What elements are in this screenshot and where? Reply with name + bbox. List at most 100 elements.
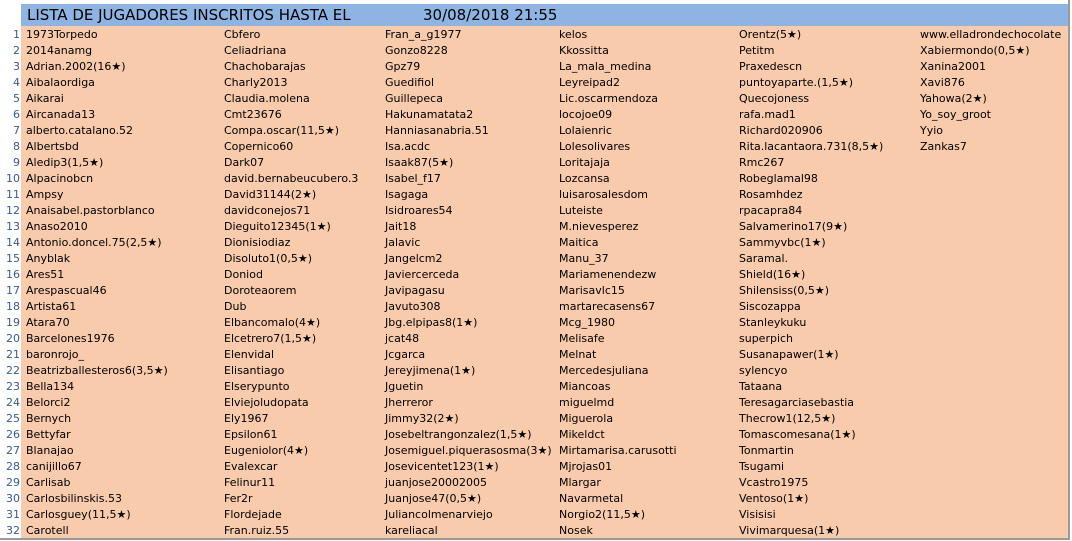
- player-cell[interactable]: La_mala_medina: [559, 59, 651, 75]
- player-cell[interactable]: Nosek: [559, 523, 593, 538]
- row-number[interactable]: 24: [0, 395, 20, 411]
- player-cell[interactable]: Jbg.elpipas8(1★): [385, 315, 477, 331]
- player-cell[interactable]: Fran.ruiz.55: [224, 523, 289, 538]
- player-cell[interactable]: canijillo67: [26, 459, 82, 475]
- player-cell[interactable]: Mjrojas01: [559, 459, 612, 475]
- player-cell[interactable]: locojoe09: [559, 107, 612, 123]
- player-cell[interactable]: Yo_soy_groot: [920, 107, 991, 123]
- player-cell[interactable]: miguelmd: [559, 395, 614, 411]
- player-cell[interactable]: Xabiermondo(0,5★): [920, 43, 1029, 59]
- row-number[interactable]: 30: [0, 491, 20, 507]
- player-cell[interactable]: Anaisabel.pastorblanco: [26, 203, 155, 219]
- player-cell[interactable]: Vivimarquesa(1★): [739, 523, 839, 538]
- player-cell[interactable]: Zankas7: [920, 139, 967, 155]
- player-cell[interactable]: 2014anamg: [26, 43, 92, 59]
- player-cell[interactable]: Adrian.2002(16★): [26, 59, 126, 75]
- player-cell[interactable]: superpich: [739, 331, 793, 347]
- player-cell[interactable]: Mcg_1980: [559, 315, 615, 331]
- player-cell[interactable]: Ampsy: [26, 187, 63, 203]
- player-cell[interactable]: Jait18: [385, 219, 416, 235]
- player-cell[interactable]: Yyio: [920, 123, 943, 139]
- player-cell[interactable]: Lic.oscarmendoza: [559, 91, 658, 107]
- player-cell[interactable]: Dionisiodiaz: [224, 235, 290, 251]
- player-cell[interactable]: Isidroares54: [385, 203, 453, 219]
- player-cell[interactable]: Antonio.doncel.75(2,5★): [26, 235, 162, 251]
- row-number[interactable]: 21: [0, 347, 20, 363]
- player-cell[interactable]: Thecrow1(12,5★): [739, 411, 835, 427]
- player-cell[interactable]: Cmt23676: [224, 107, 282, 123]
- player-cell[interactable]: Sammyvbc(1★): [739, 235, 826, 251]
- player-cell[interactable]: Anaso2010: [26, 219, 88, 235]
- player-cell[interactable]: Doroteaorem: [224, 283, 297, 299]
- player-cell[interactable]: Xanina2001: [920, 59, 986, 75]
- player-cell[interactable]: Xavi876: [920, 75, 965, 91]
- player-cell[interactable]: Luteiste: [559, 203, 603, 219]
- player-cell[interactable]: Lozcansa: [559, 171, 610, 187]
- player-cell[interactable]: Juliancolmenarviejo: [385, 507, 493, 523]
- row-number[interactable]: 2: [0, 43, 20, 59]
- player-cell[interactable]: Kkossitta: [559, 43, 609, 59]
- player-cell[interactable]: Leyreipad2: [559, 75, 620, 91]
- player-cell[interactable]: Flordejade: [224, 507, 282, 523]
- row-number[interactable]: 32: [0, 523, 20, 538]
- player-cell[interactable]: Beatrizballesteros6(3,5★): [26, 363, 168, 379]
- player-cell[interactable]: Aikarai: [26, 91, 64, 107]
- row-number[interactable]: 25: [0, 411, 20, 427]
- player-cell[interactable]: Claudia.molena: [224, 91, 310, 107]
- player-cell[interactable]: Javiercerceda: [385, 267, 459, 283]
- player-cell[interactable]: Felinur11: [224, 475, 275, 491]
- player-cell[interactable]: Praxedescn: [739, 59, 802, 75]
- row-number[interactable]: 11: [0, 187, 20, 203]
- player-cell[interactable]: alberto.catalano.52: [26, 123, 133, 139]
- player-cell[interactable]: Arespascual46: [26, 283, 107, 299]
- player-cell[interactable]: Shield(16★): [739, 267, 805, 283]
- player-cell[interactable]: Visisisi: [739, 507, 776, 523]
- row-number[interactable]: 7: [0, 123, 20, 139]
- row-number[interactable]: 27: [0, 443, 20, 459]
- player-cell[interactable]: Carlisab: [26, 475, 71, 491]
- player-cell[interactable]: rpacapra84: [739, 203, 802, 219]
- player-cell[interactable]: Aircanada13: [26, 107, 95, 123]
- player-cell[interactable]: Celiadriana: [224, 43, 286, 59]
- player-cell[interactable]: Yahowa(2★): [920, 91, 987, 107]
- player-cell[interactable]: Carotell: [26, 523, 69, 538]
- player-cell[interactable]: Disoluto1(0,5★): [224, 251, 312, 267]
- player-cell[interactable]: Josebeltrangonzalez(1,5★): [385, 427, 532, 443]
- player-cell[interactable]: Aibalaordiga: [26, 75, 95, 91]
- player-cell[interactable]: Epsilon61: [224, 427, 277, 443]
- player-cell[interactable]: Jguetin: [385, 379, 423, 395]
- player-cell[interactable]: Josemiguel.piquerasosma(3★): [385, 443, 552, 459]
- player-cell[interactable]: Tataana: [739, 379, 782, 395]
- player-cell[interactable]: Isabel_f17: [385, 171, 441, 187]
- player-cell[interactable]: Isaak87(5★): [385, 155, 453, 171]
- player-cell[interactable]: Artista61: [26, 299, 76, 315]
- player-cell[interactable]: Jereyjimena(1★): [385, 363, 475, 379]
- player-cell[interactable]: Mirtamarisa.carusotti: [559, 443, 677, 459]
- player-cell[interactable]: Bettyfar: [26, 427, 71, 443]
- row-number[interactable]: 6: [0, 107, 20, 123]
- player-cell[interactable]: Elenvidal: [224, 347, 274, 363]
- player-cell[interactable]: Jimmy32(2★): [385, 411, 459, 427]
- player-cell[interactable]: Norgio2(11,5★): [559, 507, 645, 523]
- player-cell[interactable]: Jalavic: [385, 235, 420, 251]
- player-cell[interactable]: Cbfero: [224, 27, 260, 43]
- player-cell[interactable]: Javuto308: [385, 299, 441, 315]
- player-cell[interactable]: Melisafe: [559, 331, 604, 347]
- player-cell[interactable]: Josevicentet123(1★): [385, 459, 499, 475]
- player-cell[interactable]: Copernico60: [224, 139, 293, 155]
- player-cell[interactable]: Ely1967: [224, 411, 269, 427]
- player-cell[interactable]: Shilensiss(0,5★): [739, 283, 829, 299]
- sheet-datetime[interactable]: 30/08/2018 21:55: [423, 7, 557, 24]
- player-cell[interactable]: Javipagasu: [385, 283, 445, 299]
- player-cell[interactable]: Dark07: [224, 155, 264, 171]
- player-cell[interactable]: Saramal.: [739, 251, 788, 267]
- player-cell[interactable]: Orentz(5★): [739, 27, 801, 43]
- player-cell[interactable]: Marisavlc15: [559, 283, 625, 299]
- player-cell[interactable]: Carlosguey(11,5★): [26, 507, 131, 523]
- player-cell[interactable]: Guillepeca: [385, 91, 443, 107]
- player-cell[interactable]: Belorci2: [26, 395, 70, 411]
- spreadsheet[interactable]: LISTA DE JUGADORES INSCRITOS HASTA EL 30…: [0, 0, 1070, 540]
- player-cell[interactable]: Juanjose47(0,5★): [385, 491, 481, 507]
- player-cell[interactable]: jcat48: [385, 331, 419, 347]
- player-cell[interactable]: Mercedesjuliana: [559, 363, 648, 379]
